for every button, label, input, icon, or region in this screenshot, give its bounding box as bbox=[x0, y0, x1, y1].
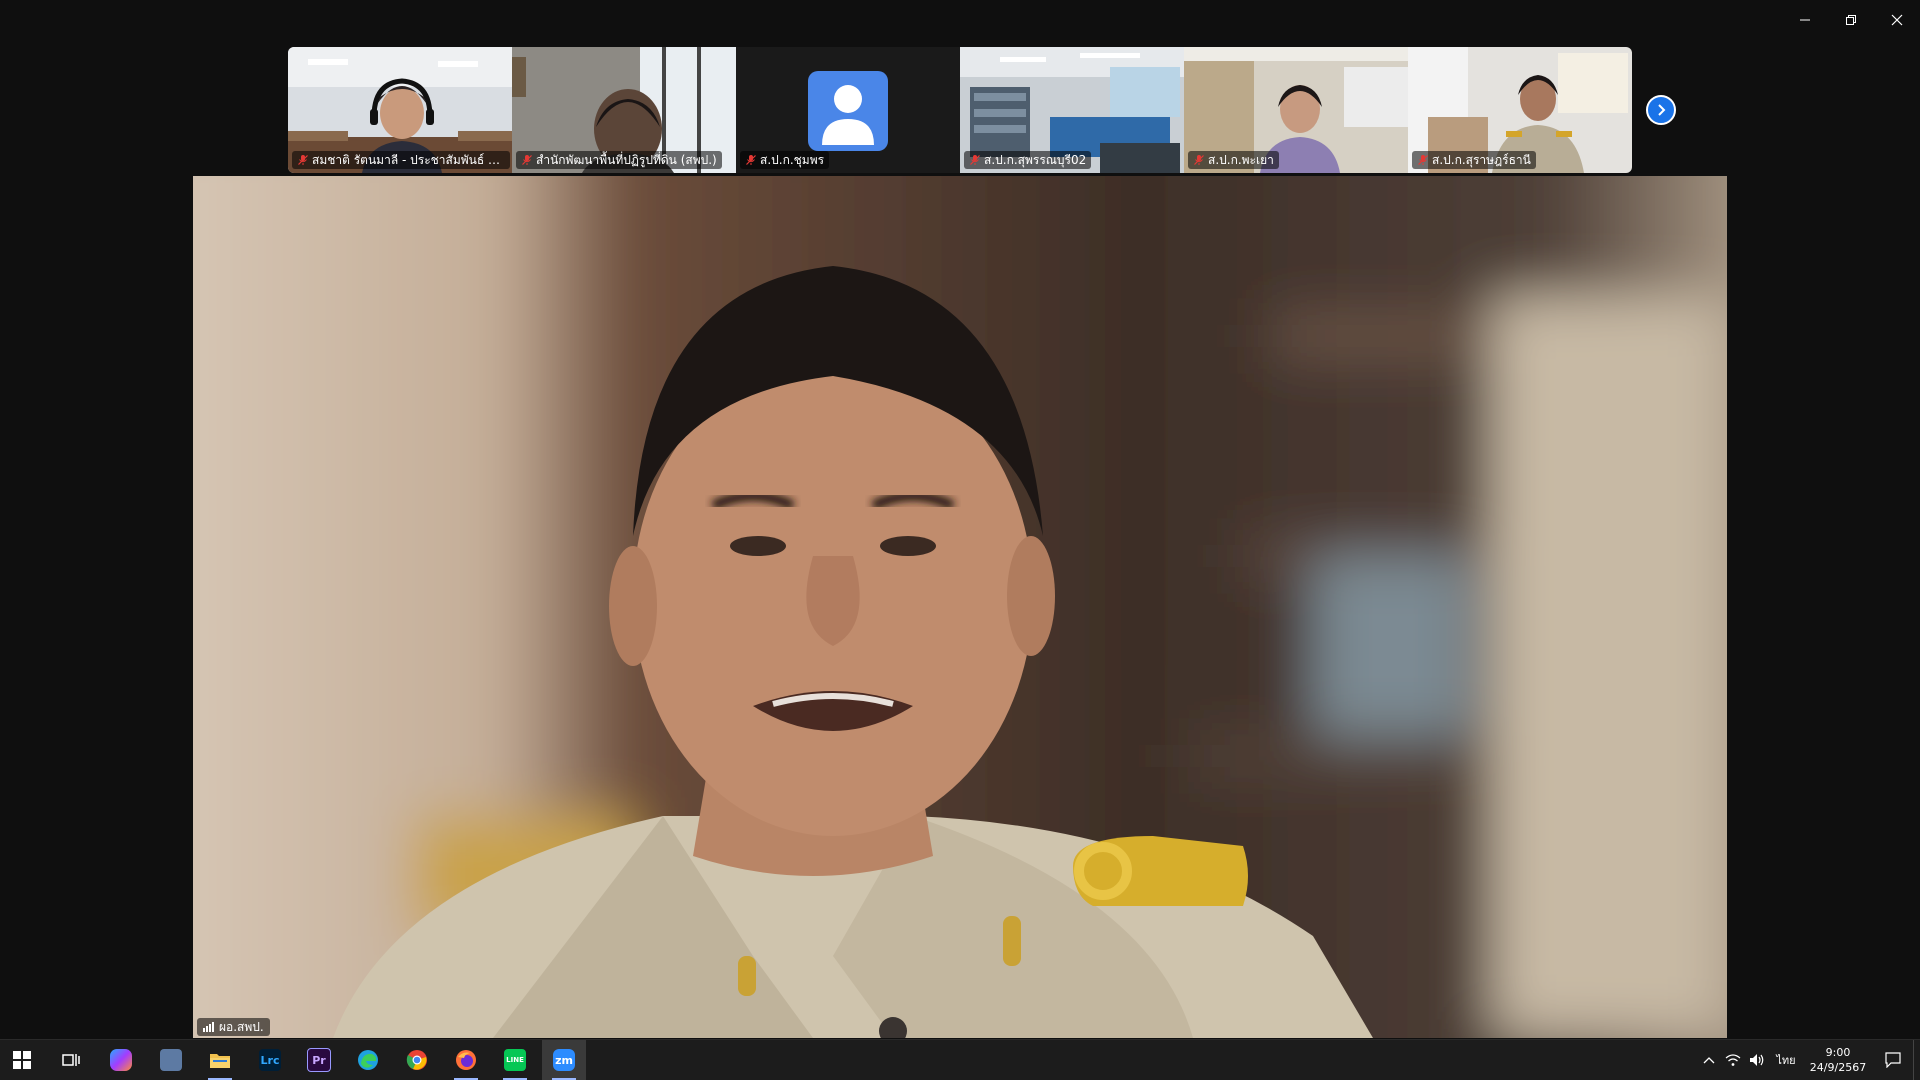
participant-name-chip: ส.ป.ก.ชุมพร bbox=[740, 151, 830, 169]
mic-muted-icon bbox=[297, 154, 309, 166]
participant-gallery: สมชาติ รัตนมาลี - ประชาสัมพันธ์ ส.ป... ส… bbox=[288, 47, 1632, 173]
mic-muted-icon bbox=[1417, 154, 1429, 166]
task-view-icon bbox=[62, 1054, 80, 1066]
gallery-next-button[interactable] bbox=[1646, 95, 1676, 125]
participant-name: ส.ป.ก.สุพรรณบุรี02 bbox=[984, 152, 1087, 167]
restore-button[interactable] bbox=[1828, 0, 1874, 40]
clock-time: 9:00 bbox=[1825, 1046, 1851, 1059]
network-button[interactable] bbox=[1721, 1040, 1745, 1080]
participant-name: ส.ป.ก.ชุมพร bbox=[760, 152, 825, 167]
input-language-button[interactable]: ไทย bbox=[1769, 1040, 1803, 1080]
participant-tile[interactable]: ส.ป.ก.สุพรรณบุรี02 bbox=[960, 47, 1184, 173]
windows-logo-icon bbox=[13, 1051, 31, 1069]
start-button[interactable] bbox=[0, 1040, 44, 1080]
participant-tile[interactable]: ส.ป.ก.พะเยา bbox=[1184, 47, 1408, 173]
firefox-icon bbox=[456, 1050, 476, 1070]
participant-tile[interactable]: สำนักพัฒนาพื้นที่ปฏิรูปที่ดิน (สพป.) bbox=[512, 47, 736, 173]
minimize-icon bbox=[1800, 19, 1810, 21]
chrome-button[interactable] bbox=[395, 1040, 439, 1080]
input-language-label: ไทย bbox=[1776, 1054, 1796, 1067]
show-desktop-button[interactable] bbox=[1913, 1040, 1920, 1080]
participant-name-chip: สำนักพัฒนาพื้นที่ปฏิรูปที่ดิน (สพป.) bbox=[516, 151, 722, 169]
copilot-button[interactable] bbox=[99, 1040, 143, 1080]
lightroom-icon: Lrc bbox=[259, 1049, 281, 1071]
participant-tile[interactable]: ส.ป.ก.สุราษฎร์ธานี bbox=[1408, 47, 1632, 173]
line-icon: LINE bbox=[504, 1049, 526, 1071]
mic-muted-icon bbox=[521, 154, 533, 166]
participant-tile[interactable]: ส.ป.ก.ชุมพร bbox=[736, 47, 960, 173]
participant-name-chip: ส.ป.ก.สุพรรณบุรี02 bbox=[964, 151, 1092, 169]
minimize-button[interactable] bbox=[1782, 0, 1828, 40]
copilot-icon bbox=[110, 1049, 132, 1071]
clock-date: 24/9/2567 bbox=[1809, 1061, 1867, 1074]
participant-name: ส.ป.ก.สุราษฎร์ธานี bbox=[1432, 152, 1531, 167]
premiere-icon: Pr bbox=[307, 1048, 331, 1072]
folder-icon bbox=[210, 1054, 230, 1068]
wifi-icon bbox=[1725, 1054, 1741, 1066]
mic-muted-icon bbox=[1193, 154, 1205, 166]
show-hidden-icons-button[interactable] bbox=[1697, 1040, 1721, 1080]
participant-name: ส.ป.ก.พะเยา bbox=[1208, 152, 1274, 167]
signal-bars-icon bbox=[203, 1022, 214, 1032]
participant-name-chip: สมชาติ รัตนมาลี - ประชาสัมพันธ์ ส.ป... bbox=[292, 151, 510, 169]
mic-muted-icon bbox=[745, 154, 757, 166]
task-view-button[interactable] bbox=[49, 1040, 93, 1080]
edge-button[interactable] bbox=[346, 1040, 390, 1080]
monitor-app-icon bbox=[160, 1049, 182, 1071]
close-icon bbox=[1891, 14, 1903, 26]
participant-name-chip: ส.ป.ก.สุราษฎร์ธานี bbox=[1412, 151, 1536, 169]
active-speaker-video[interactable]: ผอ.สพป. bbox=[193, 176, 1727, 1038]
participant-name: สำนักพัฒนาพื้นที่ปฏิรูปที่ดิน (สพป.) bbox=[536, 152, 717, 167]
chevron-right-icon bbox=[1658, 104, 1666, 116]
zoom-button[interactable]: zm bbox=[542, 1040, 586, 1080]
participant-tile[interactable]: สมชาติ รัตนมาลี - ประชาสัมพันธ์ ส.ป... bbox=[288, 47, 512, 173]
speaker-video-frame bbox=[193, 176, 1727, 1038]
zoom-meeting-window: สมชาติ รัตนมาลี - ประชาสัมพันธ์ ส.ป... ส… bbox=[0, 0, 1920, 1080]
participant-name-chip: ส.ป.ก.พะเยา bbox=[1188, 151, 1279, 169]
premiere-button[interactable]: Pr bbox=[297, 1040, 341, 1080]
mic-muted-icon bbox=[969, 154, 981, 166]
speaker-name: ผอ.สพป. bbox=[219, 1019, 264, 1034]
line-button[interactable]: LINE bbox=[493, 1040, 537, 1080]
volume-button[interactable] bbox=[1745, 1040, 1769, 1080]
file-explorer-button[interactable] bbox=[198, 1040, 242, 1080]
chevron-up-icon bbox=[1703, 1057, 1715, 1064]
zoom-icon: zm bbox=[553, 1049, 575, 1071]
close-button[interactable] bbox=[1874, 0, 1920, 40]
system-tray: ไทย 9:00 24/9/2567 bbox=[1697, 1040, 1920, 1080]
edge-icon bbox=[358, 1050, 378, 1070]
speaker-volume-icon bbox=[1750, 1054, 1764, 1066]
window-controls bbox=[1782, 0, 1920, 40]
chrome-icon bbox=[406, 1050, 427, 1070]
speaker-name-chip: ผอ.สพป. bbox=[197, 1018, 270, 1036]
notification-icon bbox=[1885, 1052, 1901, 1068]
restore-icon bbox=[1846, 15, 1856, 25]
firefox-button[interactable] bbox=[444, 1040, 488, 1080]
taskbar-app-monitor[interactable] bbox=[149, 1040, 193, 1080]
windows-taskbar: Lrc Pr LINE zm ไทย 9:00 24/9/2567 bbox=[0, 1039, 1920, 1080]
lightroom-button[interactable]: Lrc bbox=[248, 1040, 292, 1080]
notification-center-button[interactable] bbox=[1873, 1040, 1913, 1080]
participant-name: สมชาติ รัตนมาลี - ประชาสัมพันธ์ ส.ป... bbox=[312, 152, 505, 167]
clock-button[interactable]: 9:00 24/9/2567 bbox=[1803, 1040, 1873, 1080]
